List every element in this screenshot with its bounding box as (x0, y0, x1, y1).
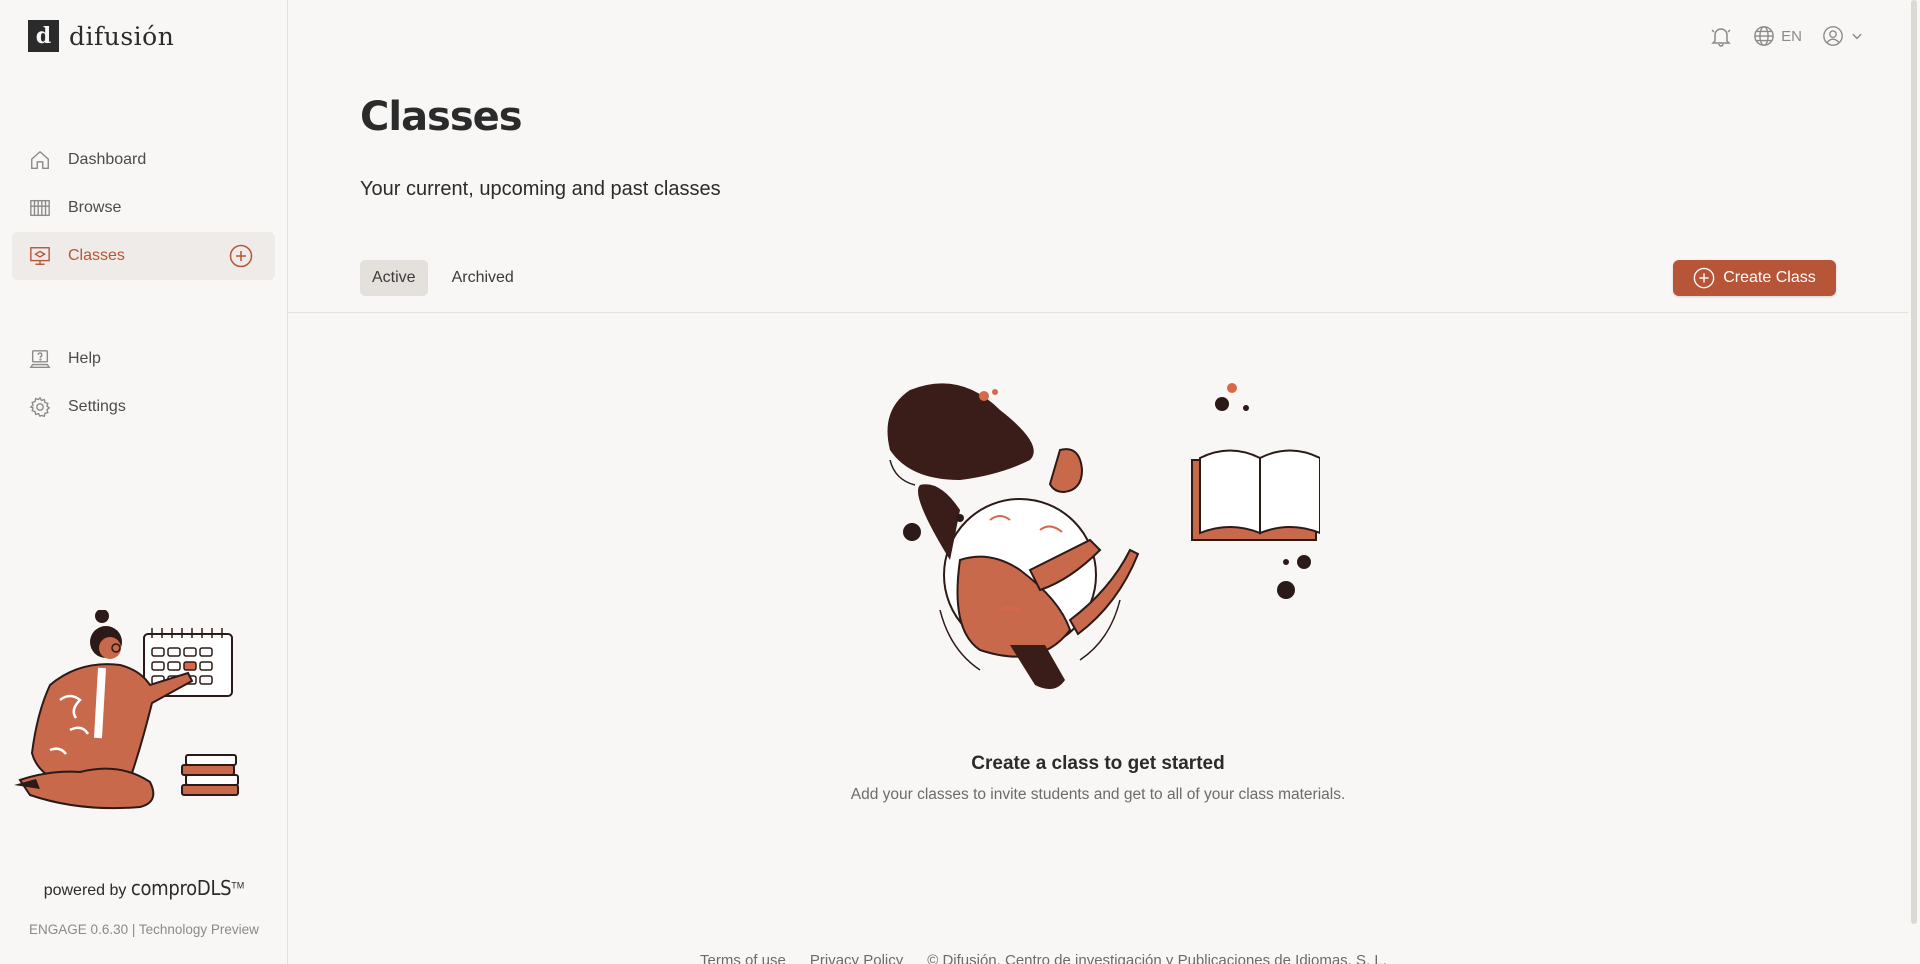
sidebar: d difusión Dashboard Browse Classes Help (0, 0, 288, 964)
app-version: ENGAGE 0.6.30 | Technology Preview (29, 922, 259, 937)
classes-icon (28, 244, 52, 268)
sidebar-item-browse[interactable]: Browse (12, 184, 275, 232)
create-class-label: Create Class (1723, 269, 1816, 286)
logo-text: difusión (69, 21, 175, 51)
empty-state-title: Create a class to get started (971, 753, 1225, 774)
tab-archived[interactable]: Archived (440, 260, 526, 296)
sidebar-item-settings[interactable]: Settings (12, 383, 275, 431)
gear-icon (28, 395, 52, 419)
divider (288, 312, 1908, 313)
sidebar-item-label: Classes (68, 247, 125, 264)
page-scrollbar[interactable] (1910, 0, 1918, 924)
topbar: EN (1709, 24, 1864, 48)
logo-mark: d (28, 20, 59, 52)
sidebar-item-classes[interactable]: Classes (12, 232, 275, 280)
footer: Terms of use Privacy Policy © Difusión, … (700, 952, 1387, 964)
sidebar-item-label: Settings (68, 398, 126, 415)
home-icon (28, 148, 52, 172)
globe-icon (1754, 26, 1775, 46)
create-class-button[interactable]: Create Class (1673, 260, 1836, 296)
scrollbar-thumb[interactable] (1911, 0, 1917, 924)
browse-icon (28, 196, 52, 220)
powered-by: powered by comproDLSTM (0, 876, 288, 900)
trademark-mark: TM (231, 880, 245, 891)
page-subtitle: Your current, upcoming and past classes (360, 178, 721, 200)
tab-active[interactable]: Active (360, 260, 428, 296)
powered-by-label: powered by (43, 882, 127, 899)
terms-link[interactable]: Terms of use (700, 952, 786, 964)
privacy-link[interactable]: Privacy Policy (810, 952, 903, 964)
class-tabs: Active Archived (360, 260, 526, 296)
notifications-bell-icon[interactable] (1709, 24, 1733, 48)
add-class-icon[interactable] (229, 244, 253, 268)
reading-woman-illustration (887, 383, 1320, 689)
brand-logo[interactable]: d difusión (28, 20, 174, 52)
copyright-text: © Difusión, Centro de investigación y Pu… (927, 952, 1387, 964)
sidebar-item-dashboard[interactable]: Dashboard (12, 136, 275, 184)
sidebar-item-label: Dashboard (68, 151, 147, 168)
user-menu[interactable] (1822, 25, 1864, 47)
plus-circle-icon (1693, 267, 1715, 289)
sidebar-item-label: Help (68, 350, 101, 367)
page-title: Classes (360, 94, 523, 140)
sidebar-item-label: Browse (68, 199, 122, 216)
language-label: EN (1781, 27, 1802, 45)
language-selector[interactable]: EN (1753, 25, 1802, 47)
powered-by-brand: comproDLS (130, 876, 232, 900)
chevron-down-icon (1852, 33, 1862, 40)
sidebar-item-help[interactable]: Help (12, 335, 275, 383)
user-avatar-icon (1823, 26, 1843, 46)
empty-state-text: Add your classes to invite students and … (850, 786, 1346, 803)
help-icon (28, 347, 52, 371)
teacher-calendar-illustration (14, 610, 239, 810)
